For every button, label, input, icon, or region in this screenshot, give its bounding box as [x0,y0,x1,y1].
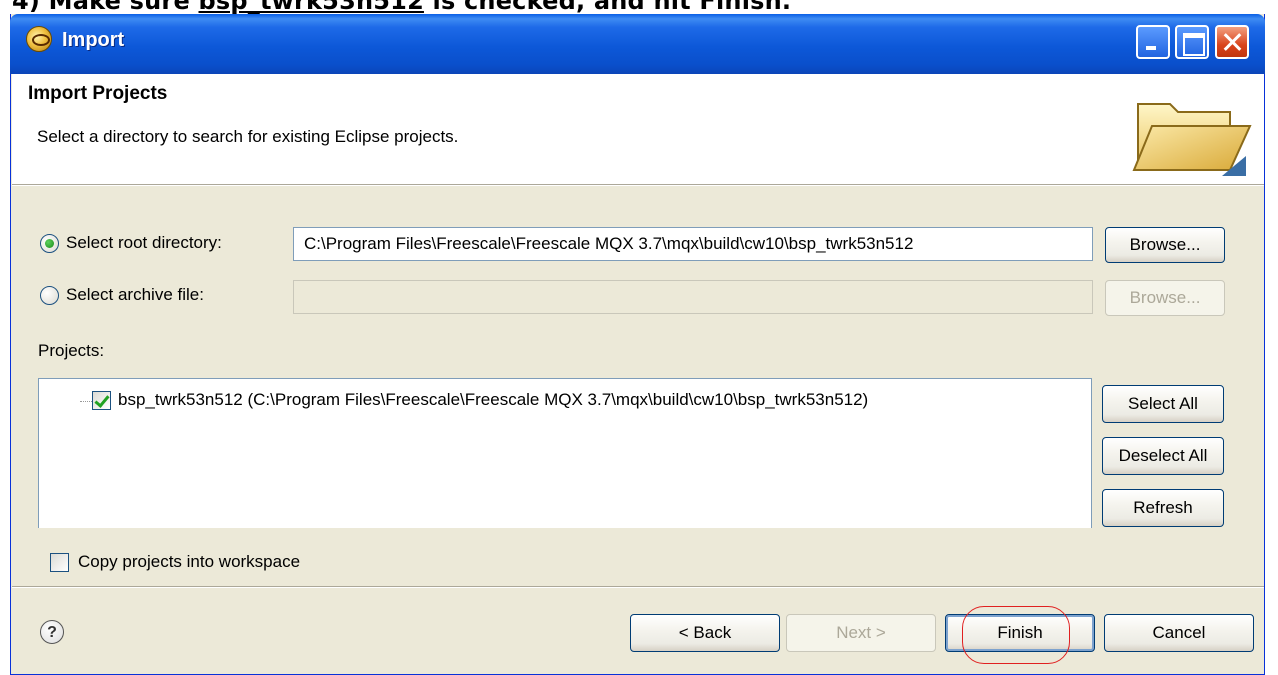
root-directory-radio[interactable] [40,234,59,253]
copy-projects-checkbox[interactable] [50,553,69,572]
close-button[interactable] [1215,25,1249,59]
page-title: Import Projects [28,83,168,104]
archive-file-input[interactable] [294,281,1092,313]
eclipse-import-icon [26,26,52,52]
footer-divider [12,586,1264,588]
project-item-label[interactable]: bsp_twrk53n512 (C:\Program Files\Freesca… [118,390,868,410]
page-description: Select a directory to search for existin… [37,127,459,146]
cropped-caption: 4) Make sure bsp_twrk53n512 is checked, … [0,0,1278,14]
browse-archive-button[interactable]: Browse... [1105,280,1225,316]
title-bar[interactable] [10,14,1265,74]
archive-file-label: Select archive file: [66,285,204,304]
root-directory-label: Select root directory: [66,233,222,252]
archive-file-radio[interactable] [40,286,59,305]
help-icon[interactable]: ? [40,620,64,644]
deselect-all-button[interactable]: Deselect All [1102,437,1224,475]
back-button[interactable]: < Back [630,614,780,652]
browse-root-button[interactable]: Browse... [1105,227,1225,263]
project-checkbox[interactable] [92,391,111,410]
open-folder-icon [1132,103,1252,176]
refresh-button[interactable]: Refresh [1102,489,1224,527]
next-button[interactable]: Next > [786,614,936,652]
copy-projects-label: Copy projects into workspace [78,552,301,571]
window-title: Import [62,29,125,51]
finish-button[interactable]: Finish [945,614,1095,652]
maximize-button[interactable] [1175,25,1209,59]
projects-label: Projects: [38,341,105,360]
minimize-button[interactable] [1136,25,1170,59]
root-directory-field[interactable] [293,227,1093,261]
header-divider [12,184,1264,186]
root-directory-input[interactable] [294,228,1092,260]
select-all-button[interactable]: Select All [1102,385,1224,423]
cancel-button[interactable]: Cancel [1104,614,1254,652]
archive-file-field[interactable] [293,280,1093,314]
caption-text: 4) Make sure bsp_twrk53n512 is checked, … [12,0,792,14]
